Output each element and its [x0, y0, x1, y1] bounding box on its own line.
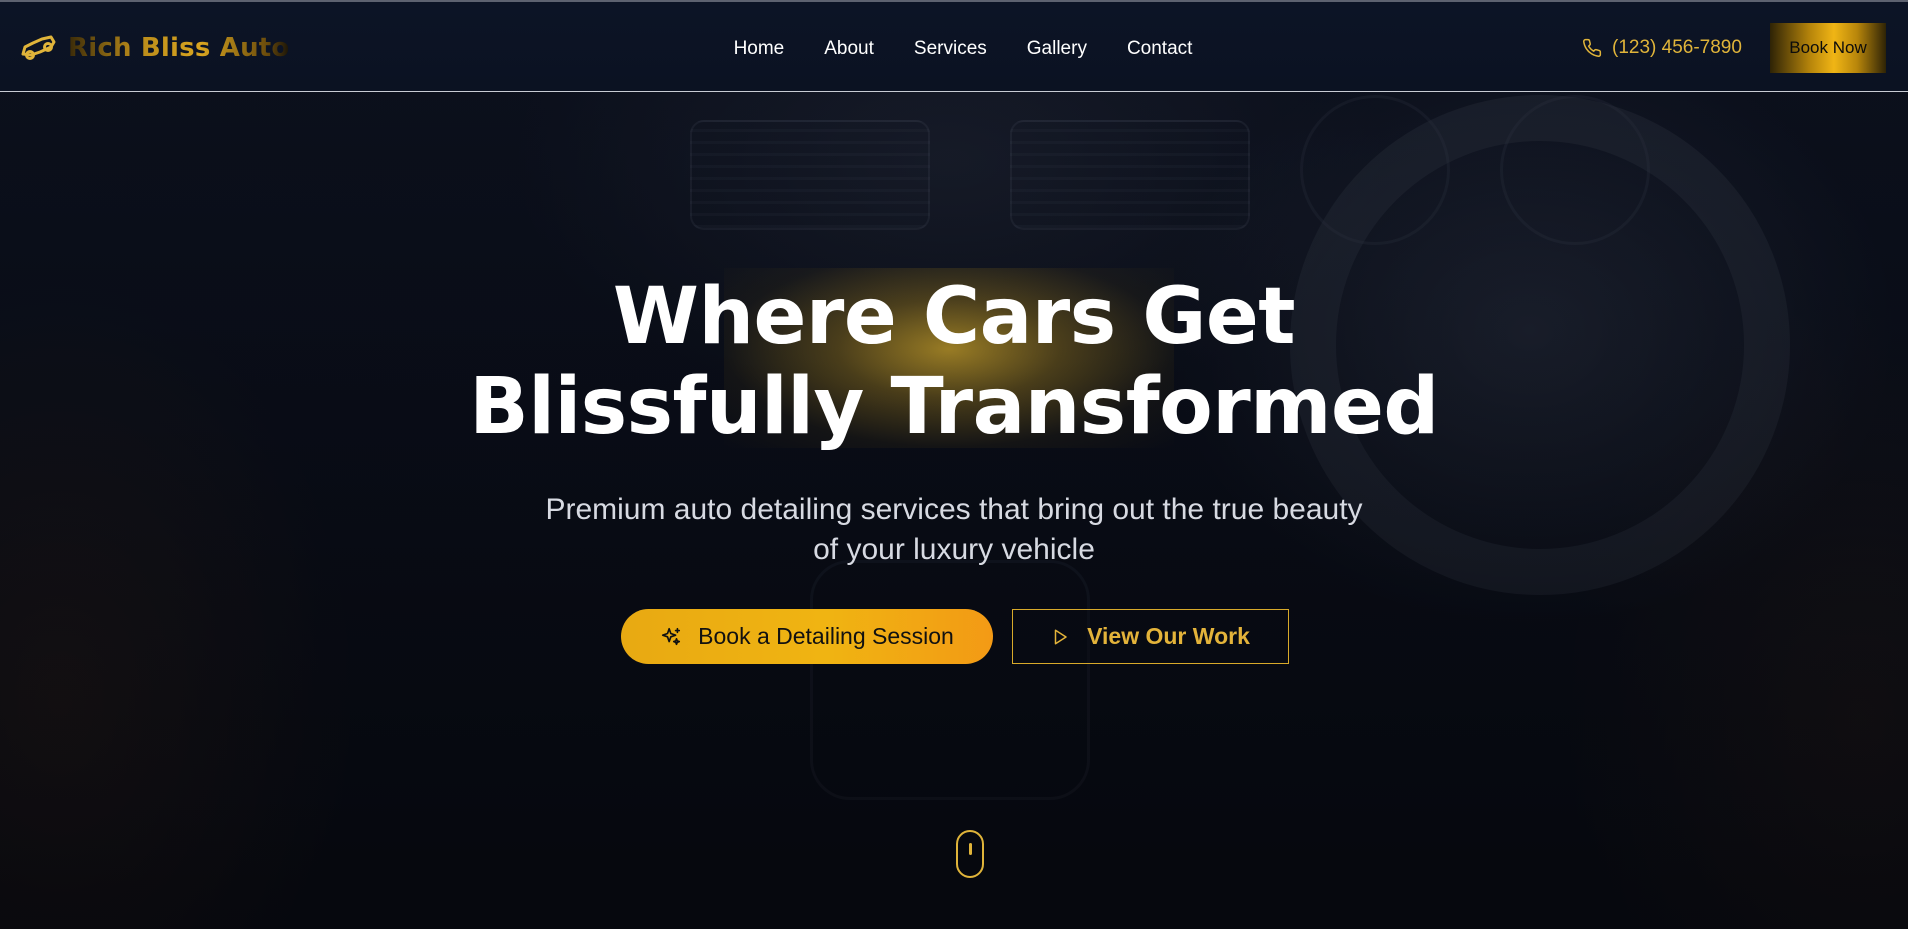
- hero-overlay: [0, 0, 1908, 929]
- nav-link-about[interactable]: About: [824, 38, 874, 60]
- nav-link-services[interactable]: Services: [914, 38, 987, 60]
- page: Rich Bliss Auto Home About Services Gall…: [0, 0, 1908, 929]
- hero-subtitle: Premium auto detailing services that bri…: [504, 490, 1404, 570]
- scroll-wheel-dot: [969, 843, 972, 855]
- hero-title-line-2: Blissfully Transformed: [469, 362, 1439, 452]
- site-header: Rich Bliss Auto Home About Services Gall…: [0, 2, 1908, 92]
- view-our-work-label: View Our Work: [1087, 623, 1250, 649]
- hero-title-line-1: Where Cars Get: [612, 272, 1296, 362]
- play-icon: [1054, 629, 1067, 644]
- phone-icon: [1583, 38, 1602, 57]
- nav-link-contact[interactable]: Contact: [1127, 38, 1192, 60]
- phone-number: (123) 456-7890: [1612, 37, 1742, 58]
- book-now-button[interactable]: Book Now: [1770, 23, 1886, 73]
- hero-title: Where Cars Get Blissfully Transformed: [0, 272, 1908, 452]
- nav-link-home[interactable]: Home: [734, 38, 785, 60]
- book-detailing-session-label: Book a Detailing Session: [698, 623, 954, 649]
- view-our-work-button[interactable]: View Our Work: [1012, 609, 1289, 664]
- sparkles-icon: [662, 627, 681, 645]
- mouse-scroll-icon[interactable]: [956, 830, 984, 878]
- hero-subtitle-line-1: Premium auto detailing services that bri…: [545, 493, 1363, 526]
- hero-subtitle-line-2: of your luxury vehicle: [813, 533, 1095, 566]
- book-detailing-session-button[interactable]: Book a Detailing Session: [621, 609, 993, 664]
- phone-link[interactable]: (123) 456-7890: [1582, 37, 1742, 59]
- nav-link-gallery[interactable]: Gallery: [1027, 38, 1087, 60]
